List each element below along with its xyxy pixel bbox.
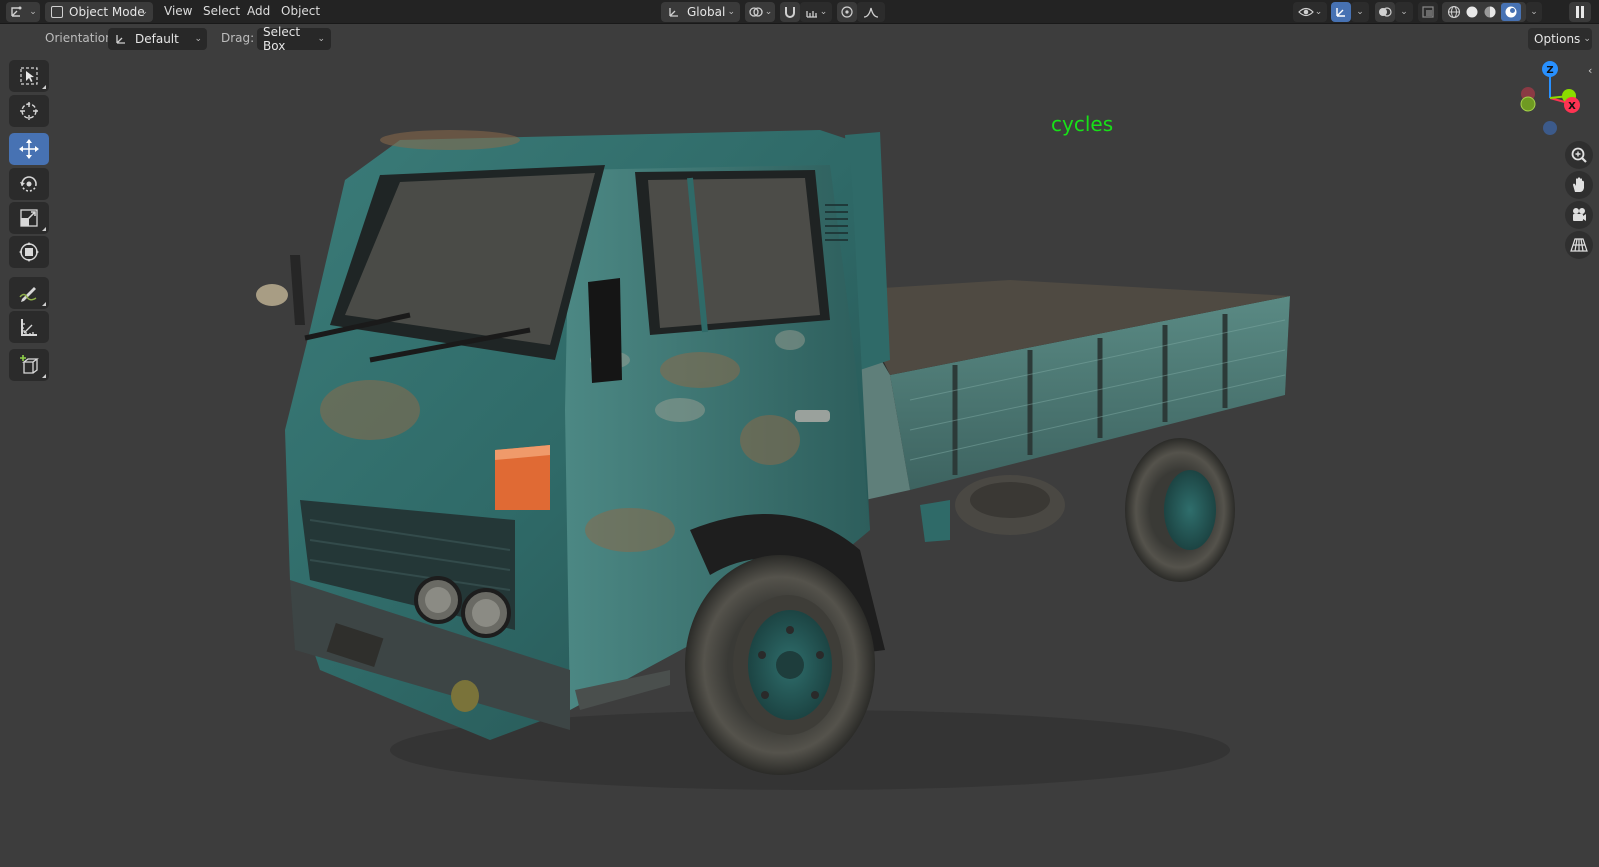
orientation-setting-label: Orientation: bbox=[45, 31, 117, 45]
sidebar-toggle-arrow[interactable]: ‹ bbox=[1588, 64, 1592, 77]
perspective-toggle-button[interactable] bbox=[1565, 231, 1593, 259]
transform-icon bbox=[19, 242, 39, 262]
gizmo-dropdown[interactable]: ⌄ bbox=[1351, 2, 1369, 22]
orientation-setting-dropdown[interactable]: Default ⌄ bbox=[108, 28, 207, 50]
orientation-axes-icon bbox=[116, 35, 125, 44]
move-arrows-icon bbox=[19, 139, 39, 159]
proportional-edit-toggle[interactable] bbox=[837, 2, 857, 22]
visibility-dropdown[interactable]: ⌄ bbox=[1293, 2, 1327, 22]
tool-settings-bar: Orientation: Default ⌄ Drag: Select Box … bbox=[0, 25, 1599, 53]
move-tool[interactable] bbox=[9, 133, 49, 165]
shading-mode-group bbox=[1442, 2, 1526, 22]
menu-object[interactable]: Object bbox=[281, 4, 320, 18]
drag-setting-value: Select Box bbox=[263, 25, 301, 53]
neg-z-axis-handle[interactable] bbox=[1543, 121, 1557, 135]
menu-select[interactable]: Select bbox=[203, 4, 240, 18]
3d-viewport-icon bbox=[11, 6, 22, 17]
object-mode-icon bbox=[51, 6, 63, 18]
measure-tool[interactable] bbox=[9, 311, 49, 343]
zoom-button[interactable] bbox=[1565, 141, 1593, 169]
pivot-point-dropdown[interactable]: ⌄ bbox=[745, 2, 775, 22]
snap-increment-icon bbox=[806, 11, 817, 18]
mode-label: Object Mode bbox=[69, 5, 145, 19]
transform-tool[interactable] bbox=[9, 236, 49, 268]
drag-setting-label: Drag: bbox=[221, 31, 255, 45]
add-cube-tool[interactable] bbox=[9, 349, 49, 381]
orientation-label: Global bbox=[687, 5, 726, 19]
cursor-icon bbox=[20, 102, 38, 120]
z-axis-label: Z bbox=[1546, 65, 1553, 76]
viewport-header: ⌄ Object Mode ⌄ View Select Add Object G… bbox=[0, 0, 1599, 24]
editor-type-button[interactable]: ⌄ bbox=[6, 2, 40, 22]
rendered-shading-button[interactable] bbox=[1501, 3, 1521, 21]
overlay-icon bbox=[1379, 7, 1392, 17]
overlay-toggle[interactable] bbox=[1375, 2, 1395, 22]
pan-button[interactable] bbox=[1565, 171, 1593, 199]
orientation-axes-icon bbox=[669, 8, 678, 17]
annotate-tool[interactable] bbox=[9, 277, 49, 309]
blender-window: ⌄ Object Mode ⌄ View Select Add Object G… bbox=[0, 0, 1599, 867]
magnet-icon bbox=[785, 7, 795, 18]
falloff-curve-icon bbox=[863, 7, 879, 18]
material-icon[interactable] bbox=[1483, 5, 1497, 19]
falloff-dropdown[interactable] bbox=[857, 2, 885, 22]
gizmo-icon bbox=[1336, 8, 1345, 17]
truck-model-render bbox=[256, 130, 1290, 790]
pause-render-button[interactable] bbox=[1569, 2, 1591, 22]
menu-add[interactable]: Add bbox=[247, 4, 270, 18]
mode-dropdown[interactable]: Object Mode ⌄ bbox=[45, 2, 153, 22]
pause-icon bbox=[1576, 6, 1584, 18]
rendered-icon bbox=[1505, 6, 1517, 18]
proportional-edit-icon bbox=[841, 6, 853, 18]
navigation-gizmo[interactable]: Z X bbox=[1510, 58, 1590, 148]
options-dropdown[interactable]: Options ⌄ bbox=[1528, 28, 1592, 50]
rotate-icon bbox=[20, 176, 37, 192]
x-axis-label: X bbox=[1568, 101, 1576, 112]
snap-toggle[interactable] bbox=[780, 2, 800, 22]
camera-view-button[interactable] bbox=[1565, 201, 1593, 229]
rotate-tool[interactable] bbox=[9, 168, 49, 200]
wireframe-icon[interactable] bbox=[1447, 5, 1461, 19]
orientation-setting-value: Default bbox=[135, 32, 179, 46]
grid-perspective-icon bbox=[1570, 238, 1588, 252]
scale-tool[interactable] bbox=[9, 202, 49, 234]
overlay-dropdown[interactable]: ⌄ bbox=[1395, 2, 1413, 22]
gizmo-toggle[interactable] bbox=[1331, 2, 1351, 22]
annotate-pencil-icon bbox=[19, 287, 37, 302]
zoom-icon bbox=[1571, 147, 1587, 163]
options-label: Options bbox=[1534, 32, 1581, 46]
xray-icon bbox=[1422, 6, 1434, 18]
scale-icon bbox=[20, 209, 38, 227]
solid-icon[interactable] bbox=[1465, 5, 1479, 19]
transform-orientation-dropdown[interactable]: Global ⌄ bbox=[661, 2, 740, 22]
cursor-tool[interactable] bbox=[9, 95, 49, 127]
hand-pan-icon bbox=[1573, 177, 1584, 192]
snap-target-dropdown[interactable]: ⌄ bbox=[800, 2, 832, 22]
drag-setting-dropdown[interactable]: Select Box ⌄ bbox=[257, 25, 331, 53]
pivot-icon bbox=[749, 7, 763, 17]
xray-toggle[interactable] bbox=[1418, 2, 1438, 22]
eye-icon bbox=[1297, 7, 1314, 17]
shading-dropdown[interactable]: ⌄ bbox=[1526, 2, 1542, 22]
select-box-icon bbox=[20, 67, 38, 85]
camera-icon bbox=[1573, 208, 1586, 221]
neg-y-axis-handle[interactable] bbox=[1520, 96, 1536, 112]
menu-view[interactable]: View bbox=[164, 4, 192, 18]
add-cube-icon bbox=[20, 355, 39, 374]
measure-ruler-icon bbox=[21, 319, 37, 336]
select-box-tool[interactable] bbox=[9, 60, 49, 92]
